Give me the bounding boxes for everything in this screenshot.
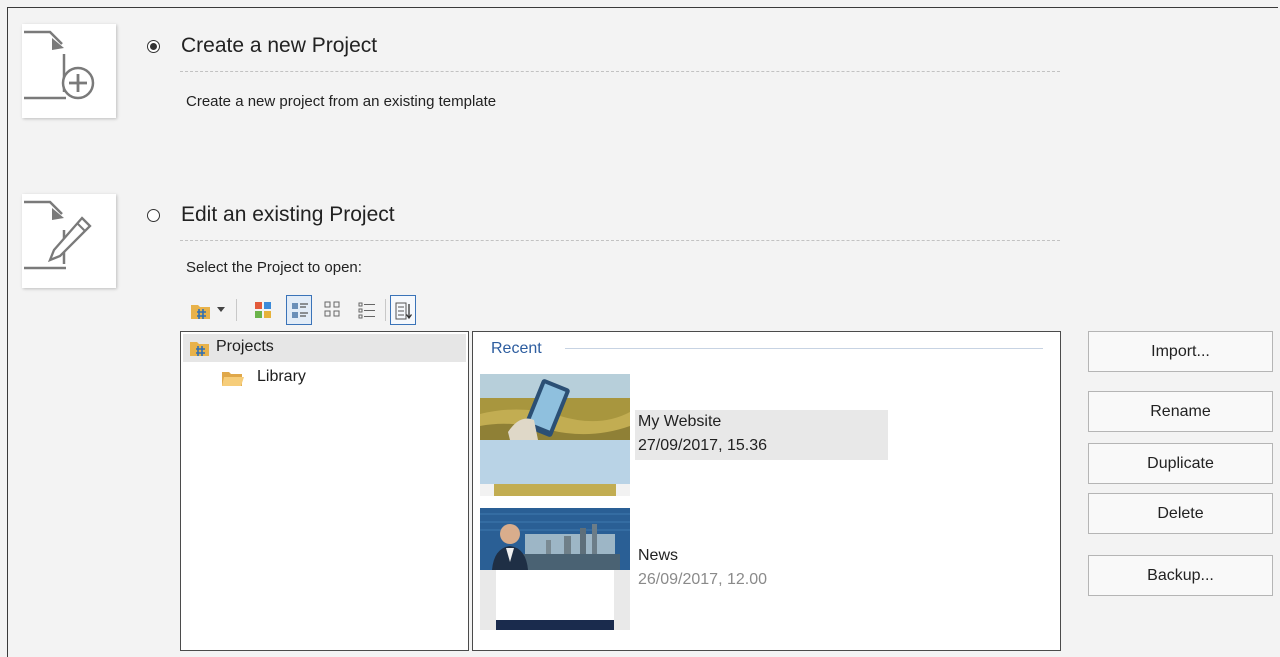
project-item-my-website[interactable]: My Website 27/09/2017, 15.36 — [480, 374, 890, 496]
project-date: 27/09/2017, 15.36 — [638, 437, 768, 454]
project-date: 26/09/2017, 12.00 — [638, 571, 768, 588]
project-folder-icon — [189, 339, 211, 363]
tree-item-label: Projects — [216, 338, 274, 355]
large-icons-view-icon[interactable] — [250, 295, 276, 325]
create-project-description: Create a new project from an existing te… — [186, 93, 497, 110]
sort-icon[interactable] — [390, 295, 416, 325]
recent-section-title: Recent — [491, 340, 542, 357]
list-view-icon[interactable] — [354, 295, 380, 325]
project-thumbnail — [480, 374, 630, 496]
dropdown-arrow-icon[interactable] — [214, 295, 228, 325]
edit-project-title[interactable]: Edit an existing Project — [181, 203, 395, 227]
recent-section-line — [565, 348, 1043, 349]
select-project-label: Select the Project to open: — [186, 259, 362, 276]
project-name: News — [638, 547, 679, 564]
delete-button[interactable]: Delete — [1088, 493, 1273, 534]
project-thumbnail — [480, 508, 630, 630]
edit-separator — [180, 240, 1060, 241]
project-info: My Website 27/09/2017, 15.36 — [635, 410, 888, 460]
tree-item-library[interactable]: Library — [183, 364, 466, 392]
medium-icons-view-icon[interactable] — [320, 295, 346, 325]
project-folder-icon[interactable] — [186, 295, 214, 325]
project-info: News 26/09/2017, 12.00 — [635, 544, 888, 594]
edit-project-icon — [22, 194, 116, 288]
create-project-title[interactable]: Create a new Project — [181, 34, 377, 58]
tree-item-label: Library — [257, 368, 306, 385]
new-project-icon — [22, 24, 116, 118]
tree-item-projects[interactable]: Projects — [183, 334, 466, 362]
rename-button[interactable]: Rename — [1088, 391, 1273, 432]
create-separator — [180, 71, 1060, 72]
project-item-news[interactable]: News 26/09/2017, 12.00 — [480, 508, 890, 630]
backup-button[interactable]: Backup... — [1088, 555, 1273, 596]
tiles-view-icon[interactable] — [286, 295, 312, 325]
edit-project-radio[interactable] — [147, 209, 160, 222]
recent-projects-panel: Recent My Website 27/09/2017, 15.36 News… — [472, 331, 1061, 651]
duplicate-button[interactable]: Duplicate — [1088, 443, 1273, 484]
project-name: My Website — [638, 413, 722, 430]
toolbar-separator — [385, 299, 386, 321]
folder-icon — [221, 370, 245, 393]
toolbar-separator — [236, 299, 237, 321]
create-project-radio[interactable] — [147, 40, 160, 53]
import-button[interactable]: Import... — [1088, 331, 1273, 372]
project-tree-panel: Projects Library — [180, 331, 469, 651]
